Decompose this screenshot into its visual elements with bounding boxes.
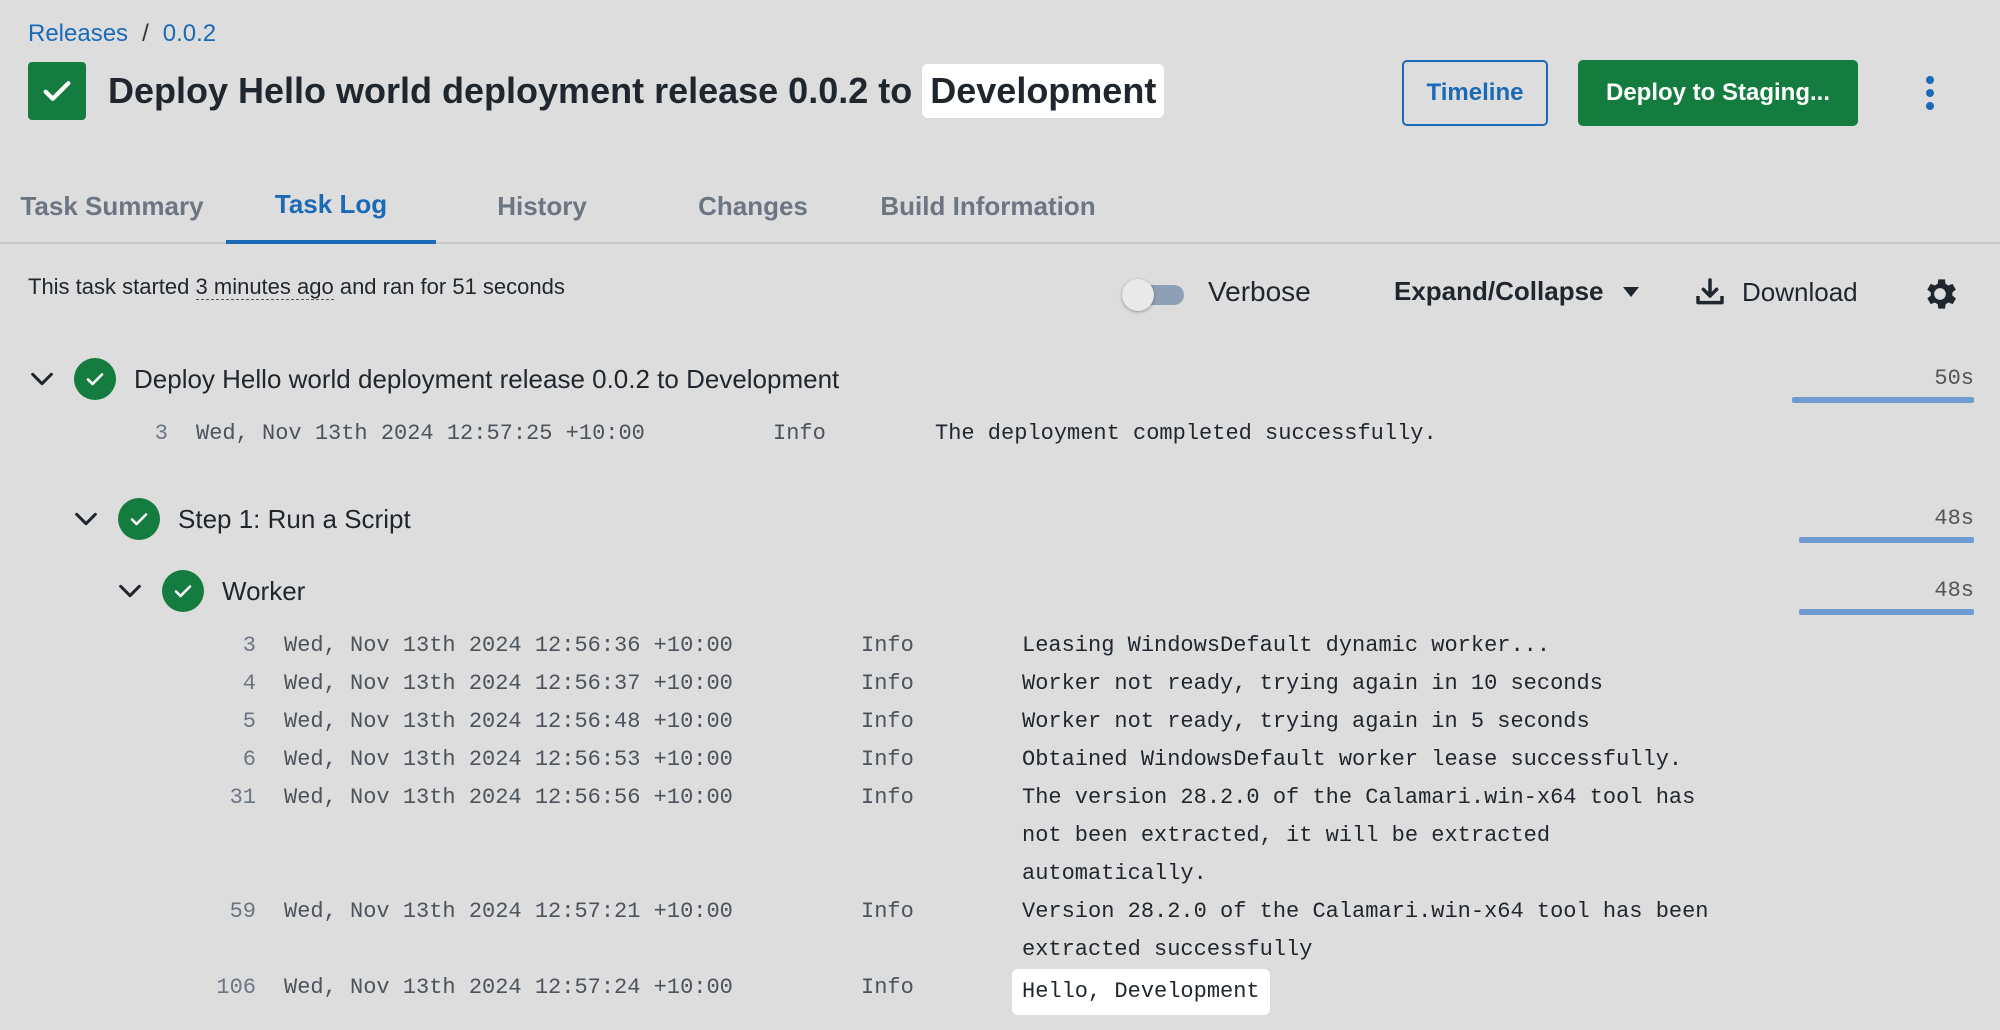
log-level: Info (861, 633, 914, 658)
log-message: Worker not ready, trying again in 5 seco… (1022, 709, 1590, 734)
log-section-label: Worker (222, 575, 306, 606)
log-line-number: 3 (242, 633, 256, 658)
tab-build-information[interactable]: Build Information (878, 168, 1098, 244)
title-row: Deploy Hello world deployment release 0.… (28, 62, 1165, 120)
expand-collapse-label: Expand/Collapse (1394, 276, 1604, 306)
duration-bar (1799, 537, 1974, 543)
breadcrumb-release-link[interactable]: 0.0.2 (163, 20, 216, 48)
log-line: 3 Wed, Nov 13th 2024 12:57:25 +10:00 Inf… (0, 415, 2000, 453)
page-title: Deploy Hello world deployment release 0.… (108, 64, 1165, 118)
log-timestamp: Wed, Nov 13th 2024 12:57:25 +10:00 (196, 421, 645, 446)
success-status-icon (28, 62, 86, 120)
tab-task-summary[interactable]: Task Summary (20, 168, 204, 244)
section-duration: 48s (1934, 578, 1974, 603)
log-level: Info (861, 671, 914, 696)
breadcrumb: Releases / 0.0.2 (28, 20, 216, 48)
log-line: 5 Wed, Nov 13th 2024 12:56:48 +10:00 Inf… (0, 703, 2000, 741)
log-line: 4 Wed, Nov 13th 2024 12:56:37 +10:00 Inf… (0, 665, 2000, 703)
deploy-to-staging-button[interactable]: Deploy to Staging... (1578, 60, 1858, 126)
verbose-toggle[interactable] (1122, 279, 1184, 311)
log-section-worker: Worker (116, 570, 305, 612)
log-timestamp: Wed, Nov 13th 2024 12:57:24 +10:00 (284, 975, 733, 1000)
log-line-number: 106 (216, 975, 256, 1000)
caret-down-icon (1622, 286, 1639, 297)
log-level: Info (861, 785, 914, 810)
task-info-text: This task started 3 minutes ago and ran … (28, 274, 565, 300)
chevron-down-icon[interactable] (116, 577, 144, 605)
log-section-step: Step 1: Run a Script (72, 498, 411, 540)
tab-changes[interactable]: Changes (692, 168, 814, 244)
log-message: Worker not ready, trying again in 10 sec… (1022, 671, 1603, 696)
log-timestamp: Wed, Nov 13th 2024 12:56:56 +10:00 (284, 785, 733, 810)
task-info-prefix: This task started (28, 274, 196, 299)
page-title-environment: Development (922, 64, 1165, 118)
log-line-number: 31 (229, 785, 256, 810)
log-timestamp: Wed, Nov 13th 2024 12:56:48 +10:00 (284, 709, 733, 734)
log-line: 106 Wed, Nov 13th 2024 12:57:24 +10:00 I… (0, 969, 2000, 1015)
log-line: 6 Wed, Nov 13th 2024 12:56:53 +10:00 Inf… (0, 741, 2000, 779)
duration-bar (1792, 397, 1974, 403)
page-title-text: Deploy Hello world deployment release 0.… (108, 70, 923, 111)
tab-history[interactable]: History (482, 168, 602, 244)
log-section-label: Deploy Hello world deployment release 0.… (134, 363, 840, 394)
log-line-number: 3 (154, 421, 168, 446)
chevron-down-icon[interactable] (28, 365, 56, 393)
log-level: Info (861, 899, 914, 924)
settings-gear-icon[interactable] (1920, 274, 1960, 314)
timeline-button[interactable]: Timeline (1402, 60, 1548, 126)
log-message: Obtained WindowsDefault worker lease suc… (1022, 747, 1683, 772)
download-label: Download (1742, 276, 1858, 307)
duration-bar (1799, 609, 1974, 615)
log-message: The version 28.2.0 of the Calamari.win-x… (1022, 785, 1696, 886)
expand-collapse-dropdown[interactable]: Expand/Collapse (1394, 276, 1640, 307)
log-message: Hello, Development (1012, 969, 1270, 1015)
breadcrumb-releases-link[interactable]: Releases (28, 20, 128, 48)
tab-task-log[interactable]: Task Log (226, 168, 436, 244)
section-duration: 50s (1934, 366, 1974, 391)
log-timestamp: Wed, Nov 13th 2024 12:56:53 +10:00 (284, 747, 733, 772)
log-line-number: 4 (242, 671, 256, 696)
log-line: 31 Wed, Nov 13th 2024 12:56:56 +10:00 In… (0, 779, 2000, 893)
log-message: The deployment completed successfully. (935, 421, 1437, 446)
log-timestamp: Wed, Nov 13th 2024 12:57:21 +10:00 (284, 899, 733, 924)
task-started-time[interactable]: 3 minutes ago (195, 274, 334, 300)
log-line: 59 Wed, Nov 13th 2024 12:57:21 +10:00 In… (0, 893, 2000, 969)
verbose-label: Verbose (1208, 276, 1311, 307)
log-line: 3 Wed, Nov 13th 2024 12:56:36 +10:00 Inf… (0, 627, 2000, 665)
log-timestamp: Wed, Nov 13th 2024 12:56:36 +10:00 (284, 633, 733, 658)
download-button[interactable]: Download (1694, 276, 1858, 308)
log-message: Version 28.2.0 of the Calamari.win-x64 t… (1022, 899, 1709, 962)
log-message: Leasing WindowsDefault dynamic worker... (1022, 633, 1551, 658)
log-level: Info (773, 421, 826, 446)
log-line-number: 59 (229, 899, 256, 924)
log-line-number: 5 (242, 709, 256, 734)
chevron-down-icon[interactable] (72, 505, 100, 533)
log-level: Info (861, 975, 914, 1000)
success-check-icon (74, 358, 116, 400)
log-level: Info (861, 709, 914, 734)
tab-bar: Task Summary Task Log History Changes Bu… (0, 168, 2000, 244)
breadcrumb-separator: / (142, 20, 149, 47)
log-section-root: Deploy Hello world deployment release 0.… (28, 358, 839, 400)
log-level: Info (861, 747, 914, 772)
more-options-icon[interactable] (1912, 68, 1948, 118)
log-section-label: Step 1: Run a Script (178, 503, 411, 534)
success-check-icon (118, 498, 160, 540)
section-duration: 48s (1934, 506, 1974, 531)
success-check-icon (162, 570, 204, 612)
task-info-suffix: and ran for 51 seconds (333, 274, 565, 299)
log-line-number: 6 (242, 747, 256, 772)
download-icon (1696, 278, 1724, 305)
log-timestamp: Wed, Nov 13th 2024 12:56:37 +10:00 (284, 671, 733, 696)
